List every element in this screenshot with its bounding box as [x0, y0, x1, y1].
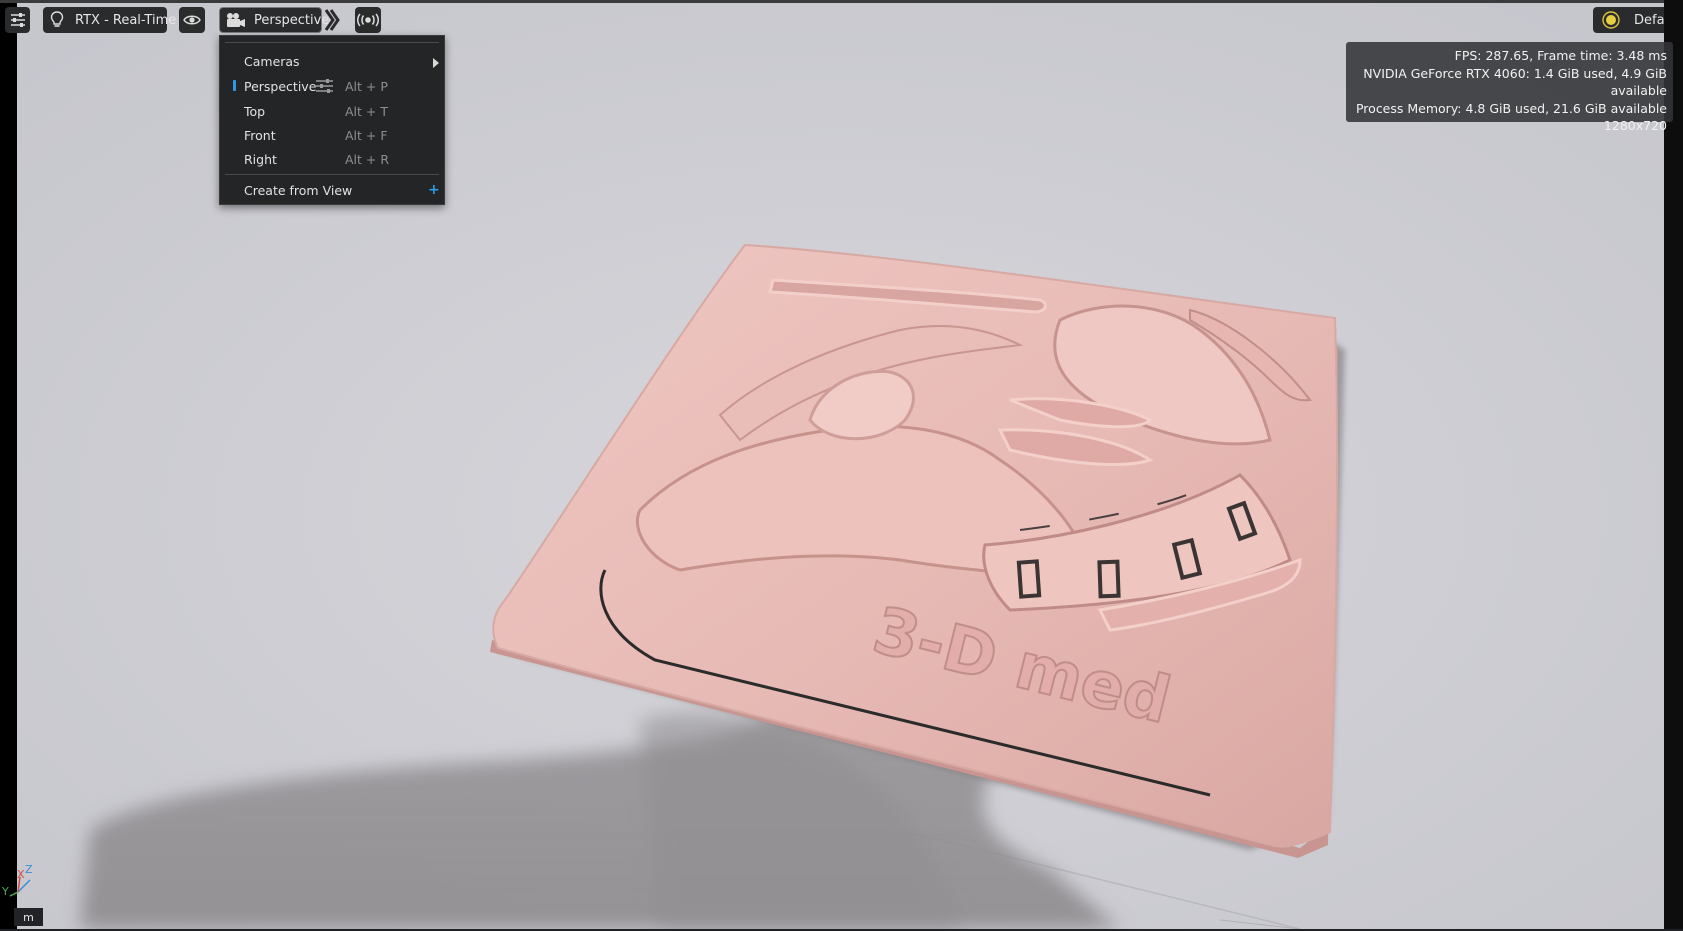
camera-button[interactable]: Perspective: [219, 7, 329, 33]
expand-chevron-icon[interactable]: [324, 8, 340, 32]
axis-x-label: X: [17, 868, 25, 881]
renderer-label: RTX - Real-Time: [75, 12, 177, 28]
broadcast-icon: [357, 13, 379, 27]
menu-item-label: Cameras: [244, 53, 300, 69]
sensor-button[interactable]: [355, 7, 381, 33]
menu-divider: [225, 42, 439, 43]
lighting-label: Default: [1634, 12, 1664, 28]
menu-item-top[interactable]: Top Alt + T: [220, 100, 444, 122]
menu-item-label: Right: [244, 151, 277, 167]
gpu-memory-text: NVIDIA GeForce RTX 4060: 1.4 GiB used, 4…: [1363, 65, 1667, 99]
shortcut-text: Alt + P: [345, 78, 388, 94]
visibility-button[interactable]: [179, 7, 205, 33]
menu-item-label: Perspective: [244, 78, 317, 94]
sliders-icon: [10, 13, 26, 27]
menu-item-label: Front: [244, 127, 276, 143]
menu-item-front[interactable]: Front Alt + F: [220, 124, 444, 146]
menu-item-perspective[interactable]: Perspective Alt + P: [220, 75, 444, 97]
camera-settings-icon[interactable]: [316, 79, 333, 96]
selected-indicator: [233, 80, 236, 91]
stats-overlay: FPS: 287.65, Frame time: 3.48 ms NVIDIA …: [1346, 42, 1673, 133]
camera-menu: Cameras Perspective Alt + P Top Alt + T …: [219, 35, 445, 205]
menu-item-right[interactable]: Right Alt + R: [220, 148, 444, 170]
axis-y-label: Y: [2, 885, 9, 898]
fps-text: FPS: 287.65, Frame time: 3.48 ms: [1454, 48, 1667, 63]
submenu-arrow-icon: [433, 56, 439, 71]
units-indicator: m: [14, 908, 43, 926]
menu-item-cameras[interactable]: Cameras: [220, 50, 444, 72]
menu-item-label: Create from View: [244, 182, 353, 198]
menu-item-label: Top: [244, 103, 266, 119]
process-memory-text: Process Memory: 4.8 GiB used, 21.6 GiB a…: [1355, 100, 1667, 116]
right-panel-edge: [1664, 0, 1683, 931]
axis-gizmo: X Y Z: [2, 862, 36, 902]
axis-z-label: Z: [25, 863, 33, 876]
menu-item-create-from-view[interactable]: Create from View +: [220, 179, 444, 201]
shortcut-text: Alt + F: [345, 127, 388, 143]
renderer-button[interactable]: RTX - Real-Time: [43, 7, 176, 33]
camera-label: Perspective: [254, 12, 330, 28]
eye-icon: [183, 14, 201, 26]
add-icon: +: [428, 182, 440, 198]
shortcut-text: Alt + T: [345, 103, 388, 119]
menu-divider: [225, 174, 439, 175]
resolution-text: 1280x720: [1603, 118, 1667, 133]
left-panel-edge: [0, 0, 17, 931]
shortcut-text: Alt + R: [345, 151, 390, 167]
lightbulb-icon: [49, 11, 65, 29]
settings-button[interactable]: [5, 7, 30, 33]
sun-icon: [1601, 10, 1621, 30]
camera-icon: [225, 12, 247, 28]
lighting-button[interactable]: Default: [1593, 7, 1664, 33]
